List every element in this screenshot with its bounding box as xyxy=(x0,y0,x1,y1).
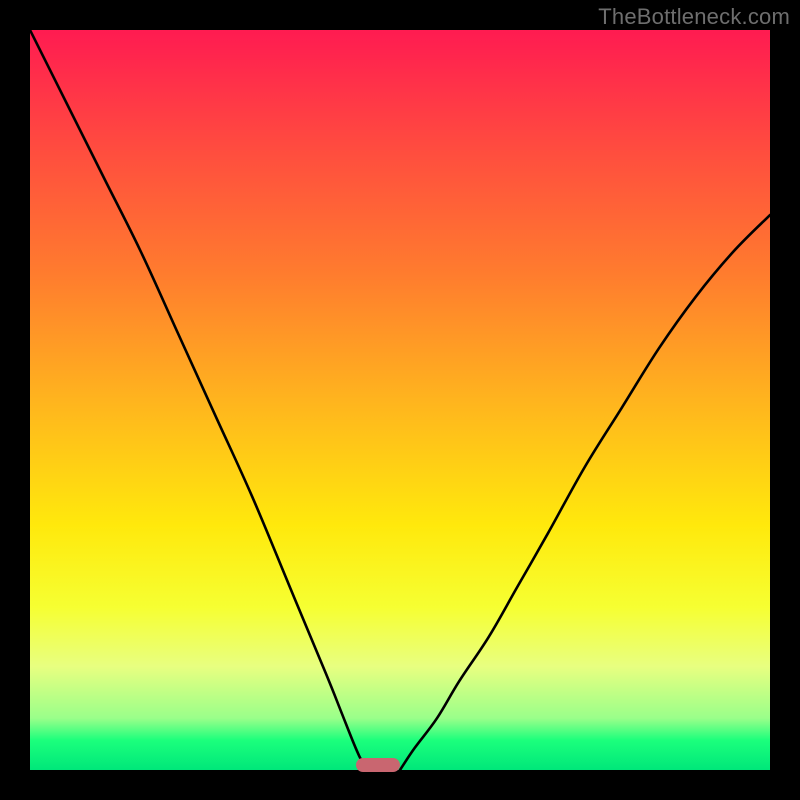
curve-right-branch xyxy=(400,215,770,770)
curve-left-branch xyxy=(30,30,370,770)
optimal-marker xyxy=(356,758,400,772)
plot-area xyxy=(30,30,770,770)
watermark-label: TheBottleneck.com xyxy=(598,4,790,30)
chart-frame: TheBottleneck.com xyxy=(0,0,800,800)
bottleneck-curve xyxy=(30,30,770,770)
